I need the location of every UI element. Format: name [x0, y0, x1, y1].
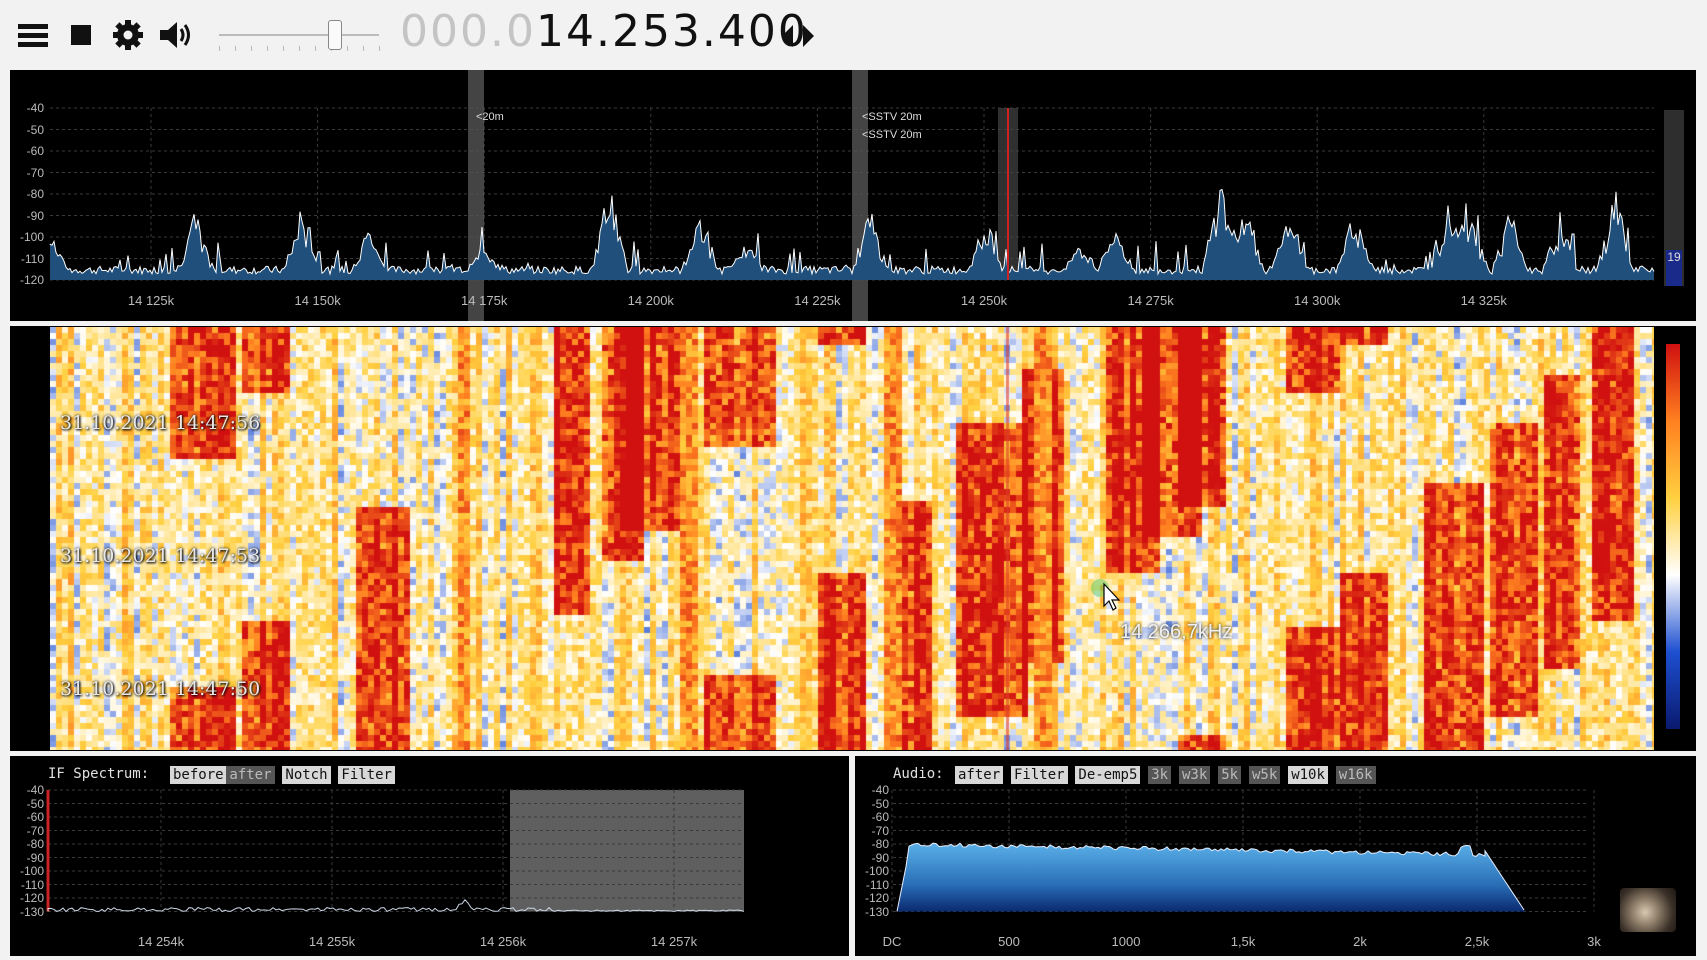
- x-tick-label: DC: [882, 934, 902, 949]
- y-tick-label: -80: [26, 837, 44, 851]
- y-tick-label: -50: [871, 796, 889, 811]
- mouse-cursor-icon: [1090, 578, 1130, 623]
- x-tick-label: 14 250k: [960, 293, 1008, 308]
- waterfall-canvas[interactable]: [50, 327, 1654, 750]
- y-tick-label: -100: [864, 864, 889, 878]
- y-tick-label: -80: [26, 187, 44, 201]
- band-marker-bar[interactable]: [468, 70, 484, 321]
- x-tick-label: 14 150k: [294, 293, 341, 308]
- y-tick-label: -90: [871, 850, 889, 865]
- x-tick-label: 2,5k: [1464, 934, 1490, 949]
- y-tick-label: -40: [871, 783, 889, 797]
- y-tick-label: -110: [20, 251, 44, 266]
- x-tick-label: 14 275k: [1127, 293, 1174, 308]
- x-tick-label: 500: [998, 934, 1020, 949]
- band-marker-bar[interactable]: [852, 70, 868, 321]
- cat-thumbnail: [1620, 888, 1676, 932]
- if-spectrum-plot[interactable]: [10, 756, 849, 956]
- x-tick-label: 3k: [1587, 934, 1601, 949]
- left-right-arrows-icon[interactable]: [778, 16, 818, 56]
- x-tick-label: 14 255k: [308, 934, 356, 949]
- if-spectrum-panel[interactable]: IF Spectrum: before after Notch Filter -40-…: [10, 756, 849, 956]
- y-tick-label: -60: [871, 810, 889, 824]
- volume-slider[interactable]: [215, 18, 385, 52]
- cursor-frequency-label: 14 266,7kHz: [1120, 621, 1233, 643]
- y-tick-label: -90: [26, 850, 44, 865]
- level-meter: 19: [1664, 110, 1684, 286]
- y-tick-label: -90: [26, 208, 44, 223]
- y-tick-label: -70: [26, 165, 44, 180]
- frequency-value: 14.253.400: [535, 6, 808, 57]
- band-marker-label[interactable]: <20m: [476, 111, 504, 123]
- volume-tick: [283, 46, 284, 51]
- x-tick-label: 14 254k: [137, 934, 185, 949]
- y-tick-label: -80: [871, 837, 889, 851]
- x-tick-label: 14 257k: [650, 934, 698, 949]
- volume-thumb[interactable]: [328, 20, 343, 50]
- x-tick-label: 14 325k: [1460, 293, 1507, 308]
- volume-tick: [251, 46, 252, 51]
- gear-icon[interactable]: [108, 16, 148, 56]
- volume-tick: [347, 46, 348, 51]
- y-tick-label: -70: [26, 823, 44, 838]
- audio-spectrum-fill: [897, 843, 1525, 912]
- x-tick-label: 14 200k: [627, 293, 674, 308]
- y-tick-label: -40: [26, 783, 44, 797]
- if-filter-region[interactable]: [510, 790, 744, 912]
- waterfall-timestamp: 31.10.2021 14:47:56: [60, 412, 261, 434]
- y-tick-label: -60: [26, 810, 44, 824]
- band-marker-label[interactable]: <SSTV 20m: [862, 111, 922, 123]
- x-tick-label: 2k: [1353, 934, 1367, 949]
- x-tick-label: 1,5k: [1230, 934, 1256, 949]
- frequency-prefix: 000.0: [400, 6, 536, 57]
- spectrum-plot[interactable]: [10, 70, 1696, 321]
- volume-tick: [267, 46, 268, 51]
- x-tick-label: 14 300k: [1294, 293, 1341, 308]
- y-tick-label: -110: [20, 877, 44, 892]
- top-toolbar: 000.014.253.400: [0, 0, 1707, 70]
- y-tick-label: -120: [19, 273, 44, 287]
- volume-tick: [379, 46, 380, 51]
- band-marker-label[interactable]: <SSTV 20m: [862, 129, 922, 141]
- frequency-display[interactable]: 000.014.253.400: [400, 6, 808, 57]
- x-tick-label: 1000: [1111, 934, 1141, 949]
- x-tick-label: 14 256k: [479, 934, 527, 949]
- y-tick-label: -40: [26, 101, 44, 115]
- waterfall-panel[interactable]: 31.10.2021 14:47:56 31.10.2021 14:47:53 …: [10, 326, 1696, 751]
- volume-ticks: [215, 18, 385, 52]
- waterfall-timestamp: 31.10.2021 14:47:50: [60, 678, 261, 700]
- x-tick-label: 14 225k: [794, 293, 841, 308]
- volume-tick: [299, 46, 300, 51]
- volume-tick: [315, 46, 316, 51]
- y-tick-label: -120: [864, 891, 889, 905]
- x-tick-label: 14 175k: [461, 293, 508, 308]
- level-value: 19: [1667, 250, 1681, 264]
- y-tick-label: -60: [26, 144, 44, 158]
- y-tick-label: -50: [26, 796, 44, 811]
- waterfall-color-scale: [1666, 344, 1680, 729]
- menu-icon[interactable]: [14, 16, 54, 56]
- y-tick-label: -70: [871, 823, 889, 838]
- volume-tick: [363, 46, 364, 51]
- audio-spectrum-plot[interactable]: [855, 756, 1696, 956]
- volume-tick: [219, 46, 220, 51]
- y-tick-label: -50: [26, 122, 44, 137]
- y-tick-label: -120: [19, 891, 44, 905]
- waterfall-timestamp: 31.10.2021 14:47:53: [60, 545, 261, 567]
- audio-panel[interactable]: Audio: after Filter De-emp5 3k w3k 5k w5k w10k w…: [855, 756, 1696, 956]
- y-tick-label: -100: [19, 230, 44, 244]
- y-tick-label: -130: [19, 904, 44, 919]
- y-tick-label: -100: [19, 864, 44, 878]
- y-tick-label: -110: [865, 877, 889, 892]
- speaker-icon[interactable]: [156, 16, 196, 56]
- y-tick-label: -130: [864, 904, 889, 919]
- volume-tick: [235, 46, 236, 51]
- stop-icon[interactable]: [62, 16, 102, 56]
- spectrum-panel[interactable]: -40 -50 -60 -70 -80 -90 -100 -110 -120 14 125k 14…: [10, 70, 1696, 321]
- x-tick-label: 14 125k: [127, 293, 175, 308]
